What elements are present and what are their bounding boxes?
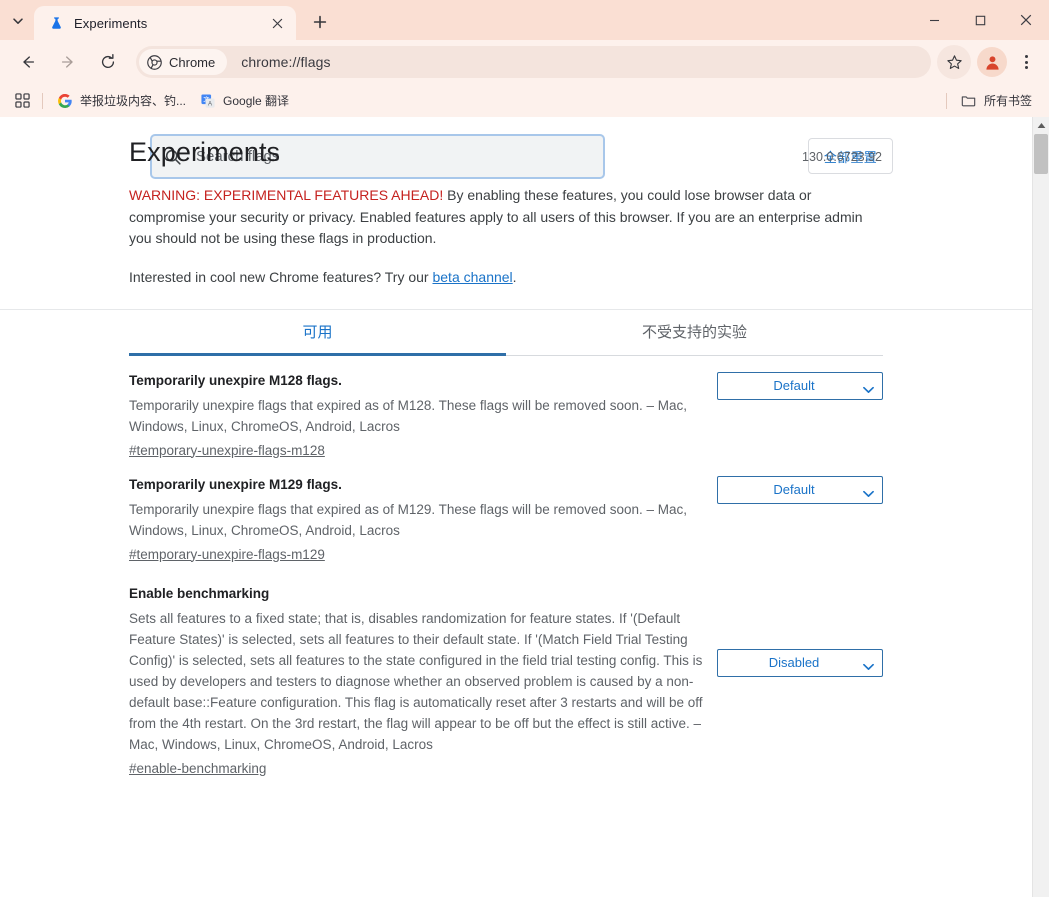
maximize-icon[interactable] (957, 0, 1003, 40)
minimize-icon[interactable] (911, 0, 957, 40)
profile-avatar-icon[interactable] (977, 47, 1007, 77)
beta-prefix-text: Interested in cool new Chrome features? … (129, 268, 433, 285)
tab-strip: Experiments (0, 0, 1049, 40)
page-title-row: Experiments 130.0.6723.92 (0, 137, 1032, 168)
experiment-row: Temporarily unexpire M129 flags. Tempora… (129, 460, 883, 564)
beta-channel-link[interactable]: beta channel (432, 269, 512, 285)
beta-channel-paragraph: Interested in cool new Chrome features? … (0, 267, 1032, 288)
experiment-control: Disabled (717, 585, 883, 677)
window-controls (911, 0, 1049, 40)
chrome-version: 130.0.6723.92 (802, 150, 882, 164)
google-g-icon (57, 93, 73, 109)
experiment-select-wrapper: Disabled (717, 648, 883, 677)
experiment-select-wrapper: Default (717, 475, 883, 504)
bookmark-label: 举报垃圾内容、钓... (80, 94, 187, 108)
bookmark-label: Google 翻译 (223, 94, 290, 108)
vertical-scrollbar[interactable] (1032, 117, 1049, 897)
experiment-description: Temporarily unexpire flags that expired … (129, 501, 688, 538)
chrome-origin-chip[interactable]: Chrome (139, 49, 228, 75)
experiment-state-select[interactable]: Default (717, 371, 883, 400)
arrow-right-icon[interactable] (51, 45, 85, 79)
browser-tab[interactable]: Experiments (34, 6, 296, 40)
three-dot-menu-icon[interactable] (1011, 45, 1041, 79)
bookmark-item[interactable]: 文 A Google 翻译 (193, 88, 296, 113)
reload-icon[interactable] (91, 45, 125, 79)
experiment-description: Sets all features to a fixed state; that… (129, 610, 703, 752)
experiment-details: Temporarily unexpire M128 flags. Tempora… (129, 372, 717, 460)
close-window-icon[interactable] (1003, 0, 1049, 40)
divider (42, 92, 43, 109)
flags-content-scroll: Experiments 130.0.6723.92 WARNING: EXPER… (0, 117, 1032, 897)
scroll-up-arrow-icon[interactable] (1033, 117, 1049, 134)
warning-paragraph: WARNING: EXPERIMENTAL FEATURES AHEAD! By… (0, 185, 1032, 250)
experiment-row: Temporarily unexpire M128 flags. Tempora… (129, 356, 883, 460)
experiment-row: Enable benchmarking Sets all features to… (129, 564, 883, 778)
warning-headline: WARNING: EXPERIMENTAL FEATURES AHEAD! (129, 187, 444, 203)
experiment-name: Temporarily unexpire M129 flags. (129, 476, 342, 492)
flags-page: 全部重置 Experiments 130.0.6723.92 WARNING: … (0, 117, 1032, 897)
page-title: Experiments (129, 137, 281, 167)
scrollbar-thumb[interactable] (1034, 134, 1048, 174)
url-text: chrome://flags (241, 54, 331, 70)
page-viewport: 全部重置 Experiments 130.0.6723.92 WARNING: … (0, 117, 1049, 897)
experiment-control: Default (717, 371, 883, 400)
beta-suffix-text: . (512, 268, 517, 285)
experiment-anchor-link[interactable]: #enable-benchmarking (129, 761, 266, 776)
flags-tab-bar: 可用 不受支持的实验 (129, 310, 883, 356)
all-bookmarks-label: 所有书签 (983, 94, 1032, 108)
experiment-anchor-link[interactable]: #temporary-unexpire-flags-m129 (129, 547, 325, 562)
star-icon[interactable] (937, 45, 971, 79)
tab-search-chevron-down-icon[interactable] (4, 7, 32, 35)
experiment-control: Default (717, 475, 883, 504)
experiments-list: Temporarily unexpire M128 flags. Tempora… (0, 356, 1032, 778)
experiment-description: Temporarily unexpire flags that expired … (129, 397, 688, 434)
experiment-state-select[interactable]: Default (717, 475, 883, 504)
all-bookmarks-button[interactable]: 所有书签 (954, 88, 1039, 113)
divider (945, 92, 947, 109)
tab-unsupported[interactable]: 不受支持的实验 (506, 310, 883, 355)
tab-available[interactable]: 可用 (129, 310, 506, 356)
bookmarks-bar: 举报垃圾内容、钓... 文 A Google 翻译 (0, 84, 1049, 117)
tab-title: Experiments (74, 15, 148, 31)
google-translate-icon: 文 A (200, 93, 216, 109)
close-icon[interactable] (266, 12, 288, 34)
flags-content: Experiments 130.0.6723.92 WARNING: EXPER… (0, 137, 1032, 778)
apps-grid-icon[interactable] (8, 88, 36, 114)
experiment-name: Enable benchmarking (129, 585, 270, 601)
experiment-details: Enable benchmarking Sets all features to… (129, 585, 717, 778)
browser-toolbar: Chrome chrome://flags (0, 40, 1049, 84)
toolbar-actions (937, 45, 1041, 79)
arrow-left-icon[interactable] (11, 45, 45, 79)
bookmark-item[interactable]: 举报垃圾内容、钓... (50, 88, 193, 113)
chrome-logo-icon (146, 54, 162, 70)
bookmarks-bar-right: 所有书签 (944, 88, 1039, 113)
experiment-name: Temporarily unexpire M128 flags. (129, 372, 342, 388)
experiment-select-wrapper: Default (717, 371, 883, 400)
address-bar[interactable]: Chrome chrome://flags (136, 46, 931, 78)
experiment-details: Temporarily unexpire M129 flags. Tempora… (129, 476, 717, 564)
browser-window: Experiments Chrome chrome://flags 举报垃圾内容… (0, 0, 1049, 897)
chrome-chip-label: Chrome (169, 54, 216, 70)
folder-icon (961, 93, 977, 109)
flask-icon (48, 15, 64, 31)
experiment-anchor-link[interactable]: #temporary-unexpire-flags-m128 (129, 443, 325, 458)
new-tab-button[interactable] (306, 8, 334, 36)
experiment-state-select[interactable]: Disabled (717, 648, 883, 677)
